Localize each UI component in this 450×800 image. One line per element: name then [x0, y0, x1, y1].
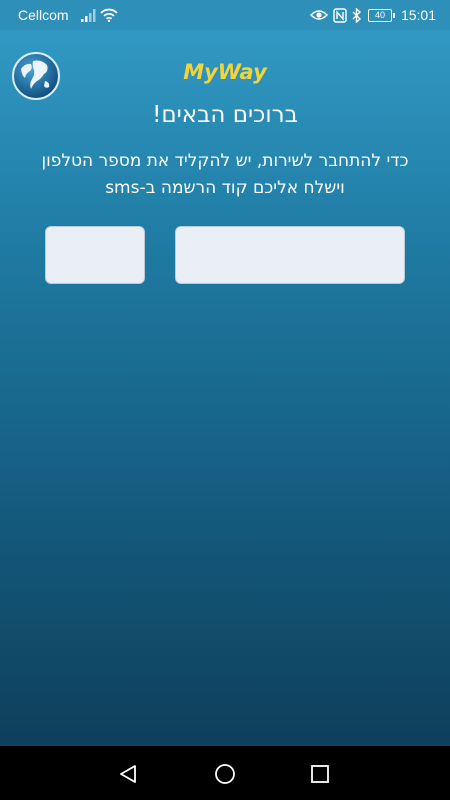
wifi-icon	[100, 8, 118, 22]
recents-square-icon[interactable]	[308, 762, 332, 786]
battery-level: 40	[367, 8, 392, 22]
app-title: MyWay	[183, 60, 267, 84]
status-icons-right: 40 15:01	[305, 6, 436, 24]
phone-screen: Cellcom 40 15:01 MyWay ברוכים הבאים! כדי…	[0, 0, 450, 800]
login-content: MyWay ברוכים הבאים! כדי להתחבר לשירות, י…	[0, 30, 450, 746]
welcome-heading: ברוכים הבאים!	[152, 102, 298, 128]
carrier-name: Cellcom	[18, 7, 69, 23]
phone-number-input[interactable]	[175, 226, 405, 284]
nfc-icon	[333, 7, 347, 23]
status-clock: 15:01	[400, 7, 436, 23]
bluetooth-icon	[352, 7, 361, 23]
phone-prefix-input[interactable]	[45, 226, 145, 284]
battery-tip	[392, 12, 395, 18]
status-bar: Cellcom 40 15:01	[0, 0, 450, 30]
navigation-bar	[0, 746, 450, 800]
signal-bars-icon	[81, 9, 96, 22]
eye-icon	[309, 10, 328, 20]
instructions-text: כדי להתחבר לשירות, יש להקליד את מספר הטל…	[41, 151, 409, 198]
back-triangle-icon[interactable]	[116, 762, 140, 786]
home-circle-icon[interactable]	[213, 762, 237, 786]
battery-indicator: 40	[367, 8, 395, 22]
